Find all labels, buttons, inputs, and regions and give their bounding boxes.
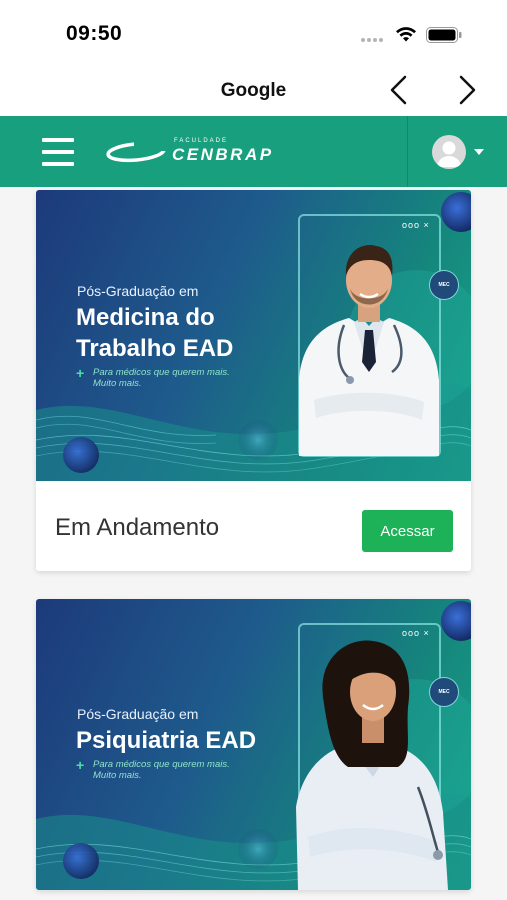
logo-swoosh-icon: [106, 140, 166, 162]
chevron-left-icon[interactable]: [388, 74, 410, 106]
menu-icon[interactable]: [42, 138, 74, 166]
doctor-female-image: [296, 640, 448, 890]
chevron-right-icon[interactable]: [456, 74, 478, 106]
course-card: Pós-Graduação em Medicina do Trabalho EA…: [36, 190, 471, 571]
signal-icon: [361, 38, 383, 42]
status-bar: 09:50: [0, 0, 507, 62]
course-banner[interactable]: Pós-Graduação em Psiquiatria EAD + Para …: [36, 599, 471, 890]
battery-icon: [426, 27, 462, 43]
caret-down-icon[interactable]: [474, 149, 484, 155]
course-list: Pós-Graduação em Medicina do Trabalho EA…: [0, 187, 507, 900]
avatar[interactable]: [432, 135, 466, 169]
app-header: FACULDADE CENBRAP: [0, 116, 507, 187]
wifi-icon: [396, 27, 416, 42]
course-banner[interactable]: Pós-Graduação em Medicina do Trabalho EA…: [36, 190, 471, 481]
cenbrap-logo[interactable]: FACULDADE CENBRAP: [106, 138, 274, 165]
course-status: Em Andamento: [55, 514, 220, 541]
frame-dots: ooo ×: [402, 220, 430, 230]
access-button[interactable]: Acessar: [362, 510, 453, 552]
logo-small-text: FACULDADE: [174, 138, 229, 144]
user-icon: [437, 141, 461, 167]
banner-tagline: + Para médicos que querem mais. Muito ma…: [76, 365, 230, 389]
header-divider: [407, 116, 408, 187]
doctor-male-image: [299, 245, 439, 456]
plus-icon: +: [76, 365, 85, 381]
banner-title-line1: Medicina do: [76, 304, 215, 331]
banner-title-line2: Trabalho EAD: [76, 335, 234, 362]
banner-tagline: + Para médicos que querem mais. Muito ma…: [76, 757, 230, 781]
plus-icon: +: [76, 757, 85, 773]
course-card: Pós-Graduação em Psiquiatria EAD + Para …: [36, 599, 471, 890]
banner-title-line1: Psiquiatria EAD: [76, 727, 257, 754]
card-footer: Em Andamento Acessar: [36, 481, 471, 571]
browser-title: Google: [220, 80, 287, 101]
browser-bar: Google: [0, 62, 507, 116]
banner-subtitle: Pós-Graduação em: [77, 706, 199, 722]
banner-subtitle: Pós-Graduação em: [77, 283, 199, 299]
logo-main-text: CENBRAP: [172, 145, 274, 164]
status-time: 09:50: [66, 22, 123, 45]
